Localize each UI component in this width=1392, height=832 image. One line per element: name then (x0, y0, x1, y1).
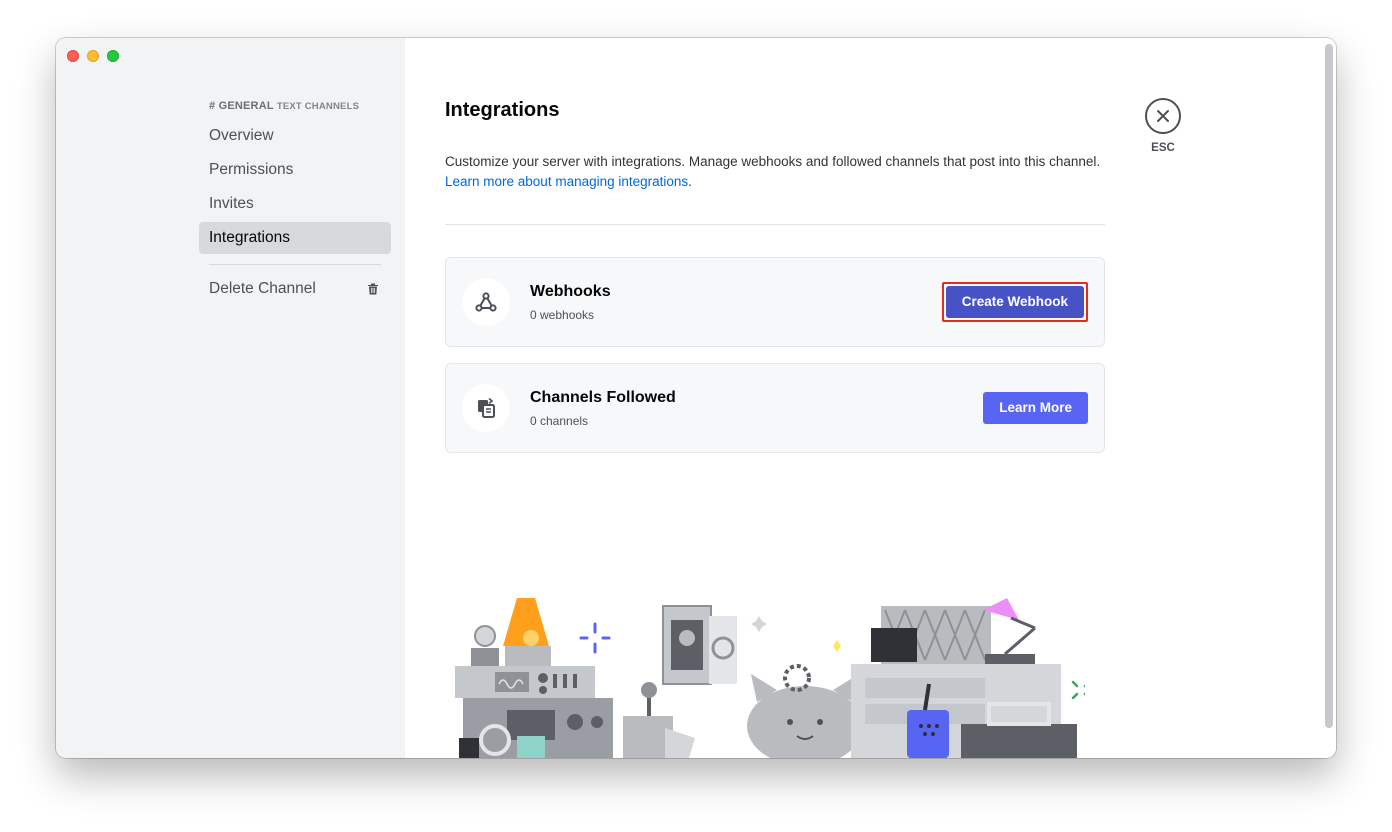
sidebar-item-label: Permissions (209, 161, 294, 178)
highlight-frame: Create Webhook (941, 282, 1088, 322)
card-title: Webhooks (530, 283, 611, 300)
sidebar-item-label: Integrations (209, 229, 290, 246)
webhooks-card[interactable]: Webhooks 0 webhooks Create Webhook (445, 257, 1105, 347)
webhook-icon (462, 278, 510, 326)
sidebar-item-label: Delete Channel (209, 280, 316, 297)
sidebar-section-header: # general text channels (199, 98, 391, 114)
close-settings[interactable]: ESC (1145, 98, 1181, 154)
section-label: text channels (276, 101, 360, 112)
learn-more-link[interactable]: Learn more about managing integrations (445, 174, 688, 189)
sidebar-item-label: Invites (209, 195, 254, 212)
sidebar-item-label: Overview (209, 127, 274, 144)
link-suffix: . (688, 174, 692, 189)
close-window-button[interactable] (67, 50, 79, 62)
app-window: # general text channels Overview Permiss… (56, 38, 1336, 758)
window-controls (67, 50, 119, 62)
settings-content: Integrations Customize your server with … (405, 38, 1336, 758)
card-title: Channels Followed (530, 389, 676, 406)
close-icon[interactable] (1145, 98, 1181, 134)
page-title: Integrations (445, 99, 560, 121)
maximize-window-button[interactable] (107, 50, 119, 62)
sidebar-item-permissions[interactable]: Permissions (199, 154, 391, 186)
sidebar-item-integrations[interactable]: Integrations (199, 222, 391, 254)
minimize-window-button[interactable] (87, 50, 99, 62)
sidebar-item-delete-channel[interactable]: Delete Channel (199, 273, 391, 305)
esc-label: ESC (1151, 142, 1175, 154)
card-subtitle: 0 channels (530, 414, 589, 428)
channels-followed-card[interactable]: Channels Followed 0 channels Learn More (445, 363, 1105, 453)
scrollbar[interactable] (1325, 44, 1333, 728)
learn-more-button[interactable]: Learn More (983, 392, 1088, 424)
sidebar-item-invites[interactable]: Invites (199, 188, 391, 220)
card-subtitle: 0 webhooks (530, 308, 595, 322)
channel-name: # general (209, 100, 274, 112)
settings-sidebar: # general text channels Overview Permiss… (56, 38, 405, 758)
section-divider (445, 224, 1105, 225)
page-description: Customize your server with integrations.… (445, 152, 1105, 192)
description-text: Customize your server with integrations.… (445, 154, 1101, 169)
sidebar-divider (209, 264, 381, 265)
clutter-illustration (455, 598, 1085, 758)
trash-icon (365, 281, 381, 297)
channel-follow-icon (462, 384, 510, 432)
sidebar-item-overview[interactable]: Overview (199, 120, 391, 152)
create-webhook-button[interactable]: Create Webhook (945, 286, 1084, 318)
